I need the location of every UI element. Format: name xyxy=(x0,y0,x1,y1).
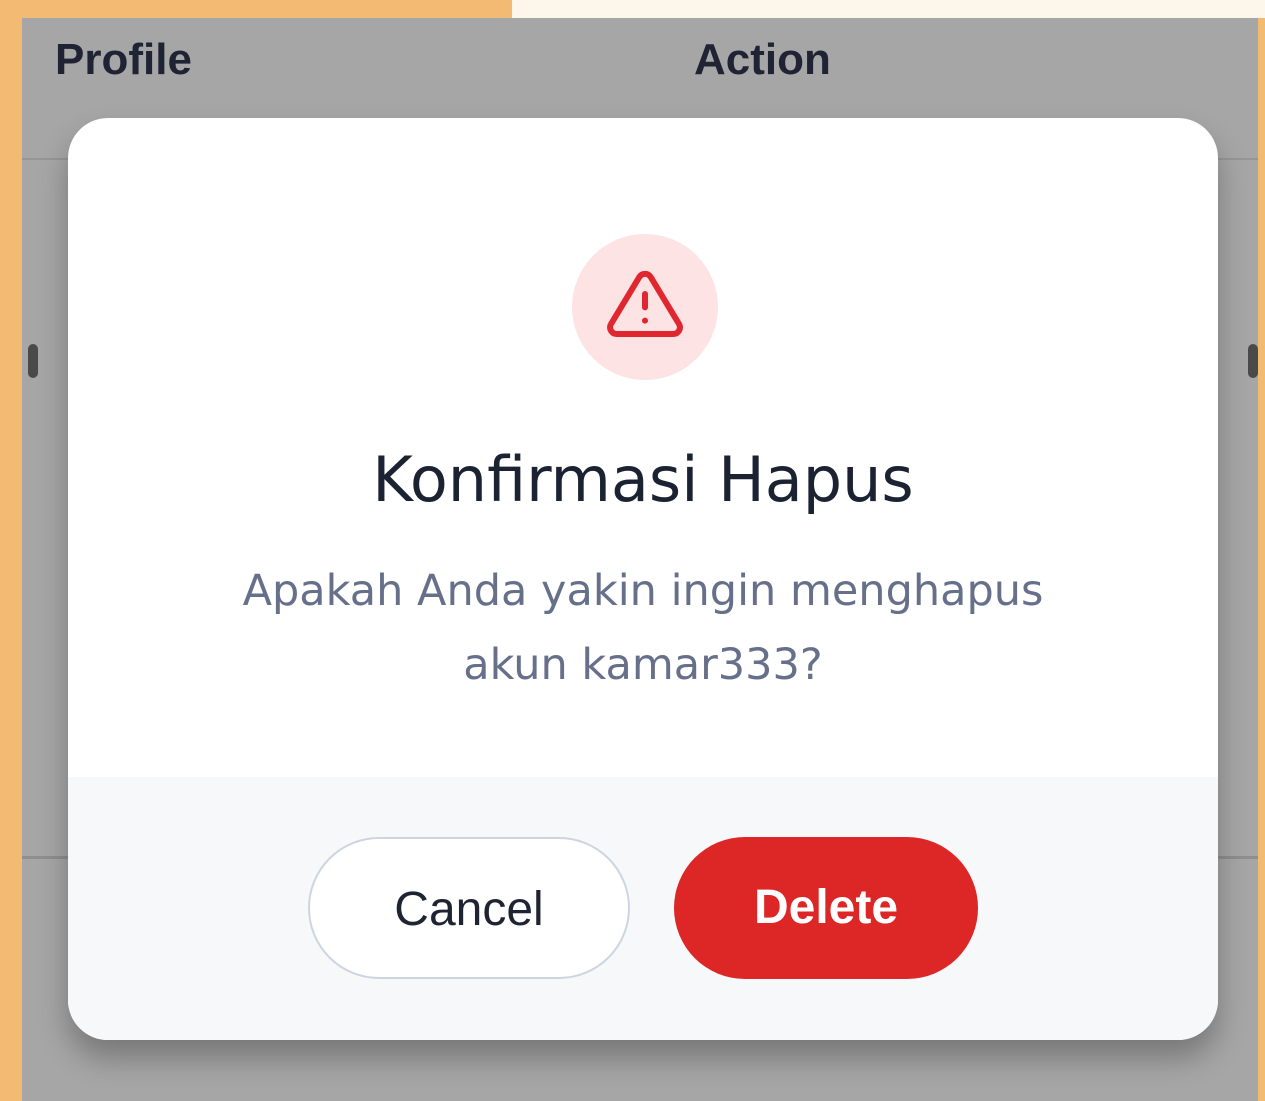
right-edge-handle xyxy=(1248,344,1258,378)
background-edge xyxy=(1258,938,1265,1101)
column-header-profile: Profile xyxy=(55,35,192,84)
left-edge-handle xyxy=(28,344,38,378)
delete-confirmation-dialog: Konfirmasi Hapus Apakah Anda yakin ingin… xyxy=(68,118,1218,1040)
dialog-message: Apakah Anda yakin ingin menghapus akun k… xyxy=(242,566,1044,690)
warning-icon-badge xyxy=(572,234,718,380)
warning-triangle-icon xyxy=(607,270,683,337)
column-header-action: Action xyxy=(694,35,831,84)
background-strip xyxy=(512,0,1265,18)
dialog-footer xyxy=(68,777,1218,1040)
delete-button[interactable]: Delete xyxy=(674,837,978,979)
cancel-button[interactable]: Cancel xyxy=(308,837,630,979)
screen: Profile Action Konfirmasi Hapus Apakah A… xyxy=(0,0,1265,1101)
dialog-title: Konfirmasi Hapus xyxy=(372,443,914,516)
